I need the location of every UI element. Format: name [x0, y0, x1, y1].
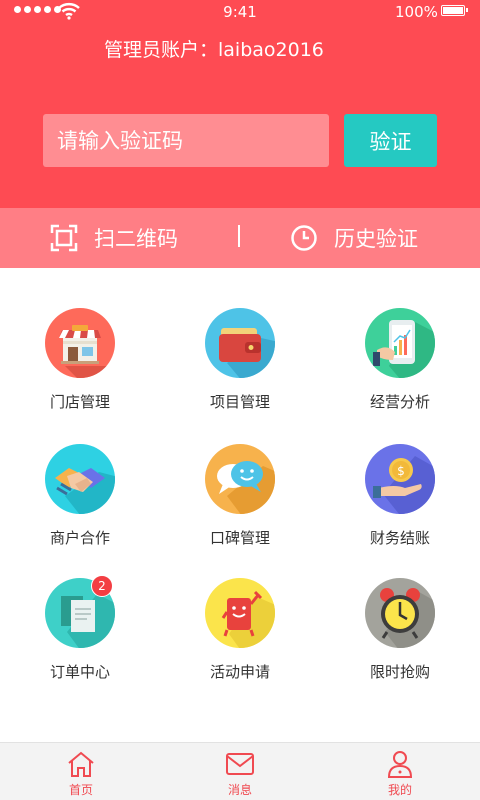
grid-item-merchant-cooperation[interactable]: 商户合作: [0, 444, 160, 548]
tab-home[interactable]: 首页: [31, 749, 131, 798]
grid-item-activity-application[interactable]: 活动申请: [160, 578, 320, 682]
status-bar: 9:41 100%: [0, 0, 480, 24]
grid-item-project-management[interactable]: 项目管理: [160, 308, 320, 412]
mail-icon: [226, 753, 254, 775]
history-verification-button[interactable]: 历史验证: [290, 208, 418, 268]
verification-code-input[interactable]: [43, 114, 329, 167]
grid-item-finance-settlement[interactable]: $ 财务结账: [320, 444, 480, 548]
tab-messages-label: 消息: [227, 783, 252, 797]
grid-label: 项目管理: [209, 393, 270, 411]
user-icon: [387, 751, 413, 778]
chat-bubbles-icon: [205, 444, 275, 514]
coin-hand-icon: $: [365, 444, 435, 514]
grid-label: 商户合作: [49, 529, 110, 547]
verify-button[interactable]: 验证: [344, 114, 437, 167]
grid-label: 订单中心: [49, 663, 110, 681]
grid-label: 口碑管理: [209, 529, 270, 547]
action-bar: 扫二维码 历史验证: [0, 208, 480, 268]
alarm-clock-icon: [365, 578, 435, 648]
tab-mine[interactable]: 我的: [350, 749, 450, 798]
scan-icon: [50, 224, 78, 252]
tab-home-label: 首页: [68, 783, 93, 797]
scan-qr-button[interactable]: 扫二维码: [50, 208, 178, 268]
battery-icon: [441, 5, 468, 16]
clock-icon: [291, 225, 317, 251]
history-verification-label: 历史验证: [334, 227, 418, 251]
scan-qr-label: 扫二维码: [94, 227, 178, 251]
account-name: 管理员账户：laibao2016: [104, 39, 324, 61]
grid-label: 财务结账: [369, 529, 430, 547]
tab-bar: 首页 消息 我的: [0, 742, 480, 800]
grid-label: 门店管理: [49, 393, 110, 411]
home-icon: [68, 751, 94, 777]
grid-label: 活动申请: [209, 663, 270, 681]
svg-text:$: $: [397, 464, 405, 478]
grid-item-order-center[interactable]: 2 订单中心: [0, 575, 160, 682]
tab-mine-label: 我的: [387, 783, 412, 797]
store-icon: [45, 308, 115, 378]
grid-item-store-management[interactable]: 门店管理: [0, 308, 160, 412]
grid-label: 经营分析: [369, 393, 430, 411]
tab-messages[interactable]: 消息: [190, 749, 290, 798]
grid-item-reputation-management[interactable]: 口碑管理: [160, 444, 320, 548]
header: 9:41 100% 管理员账户：laibao2016 验证: [0, 0, 480, 208]
phone-chart-icon: [365, 308, 435, 378]
action-divider: [238, 225, 240, 247]
grid-item-flash-sale[interactable]: 限时抢购: [320, 578, 480, 682]
order-count-badge: 2: [91, 575, 113, 597]
wallet-icon: [205, 308, 275, 378]
grid-item-business-analysis[interactable]: 经营分析: [320, 308, 480, 412]
battery-percent: 100%: [395, 3, 438, 21]
grid-label: 限时抢购: [369, 663, 430, 681]
red-envelope-icon: [205, 578, 275, 648]
handshake-icon: [45, 444, 115, 514]
